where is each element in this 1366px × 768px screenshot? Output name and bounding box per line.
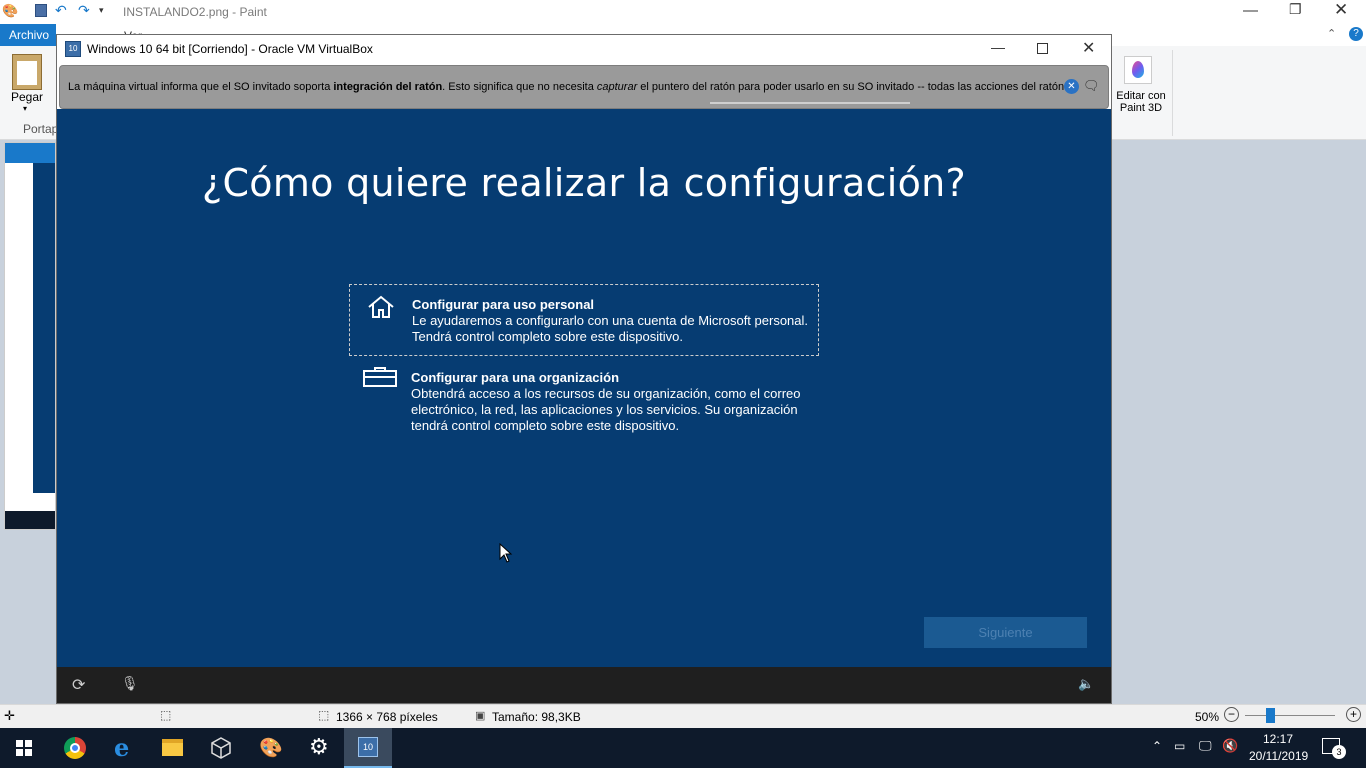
mouse-integration-notice: La máquina virtual informa que el SO inv…	[59, 65, 1109, 109]
option-organization-heading: Configurar para una organización	[411, 370, 620, 385]
paint3d-icon	[1124, 56, 1152, 84]
paint-close-button[interactable]: ✕	[1334, 0, 1348, 20]
clock-date: 20/11/2019	[1249, 749, 1309, 763]
paint-status-bar: ✛ ⬚ ⬚ 1366 × 768 píxeles ▣ Tamaño: 98,3K…	[0, 704, 1366, 728]
cursor-position-icon: ✛	[4, 708, 15, 723]
zoom-out-button[interactable]: −	[1224, 707, 1239, 722]
oobe-bottom-bar: ⟳ 🎙 🔈	[57, 667, 1111, 703]
edge-taskbar-button[interactable]: e	[100, 728, 148, 768]
gear-icon: ⚙	[309, 734, 329, 759]
virtualbox-icon: 10	[65, 41, 81, 57]
virtualbox-window: 10 Windows 10 64 bit [Corriendo] - Oracl…	[56, 34, 1112, 704]
editar-paint3d-label[interactable]: Editar con Paint 3D	[1112, 90, 1170, 114]
windows-taskbar: e 🎨 ⚙ 10 ⌃ ▭ 🖵 🔇 12:17 20/11/2019 3	[0, 728, 1366, 768]
virtualbox-taskbar-button[interactable]: 10	[344, 728, 392, 768]
virtualbox-vm-icon: 10	[358, 737, 378, 757]
notice-text: La máquina virtual informa que el SO inv…	[68, 81, 1065, 93]
paint-minimize-button[interactable]: —	[1243, 2, 1258, 19]
network-icon[interactable]: 🖵	[1199, 738, 1212, 754]
tab-archivo[interactable]: Archivo	[0, 24, 56, 46]
option-organization[interactable]: Configurar para una organización Obtendr…	[349, 357, 819, 457]
zoom-in-button[interactable]: +	[1346, 707, 1361, 722]
clock[interactable]: 12:17 20/11/2019	[1249, 731, 1309, 765]
notice-dont-show-icon[interactable]: 🗨	[1083, 78, 1100, 94]
paint-window-title: INSTALANDO2.png - Paint	[123, 5, 267, 19]
option-personal-use[interactable]: Configurar para uso personal Le ayudarem…	[349, 284, 819, 356]
thumb-ribbon	[5, 143, 55, 163]
chrome-taskbar-button[interactable]	[51, 728, 99, 768]
option-organization-description: Obtendrá acceso a los recursos de su org…	[411, 386, 801, 433]
notification-badge: 3	[1332, 745, 1346, 759]
zoom-level: 50%	[1195, 710, 1220, 724]
image-dimensions: 1366 × 768 píxeles	[336, 710, 438, 724]
3d-viewer-taskbar-button[interactable]	[197, 728, 245, 768]
collapse-ribbon-icon[interactable]: ⌃	[1327, 27, 1336, 40]
notice-close-icon[interactable]: ✕	[1064, 79, 1079, 94]
ease-of-access-icon[interactable]: ⟳	[72, 675, 85, 695]
battery-icon[interactable]: ▭	[1174, 739, 1185, 753]
file-explorer-taskbar-button[interactable]	[148, 728, 196, 768]
paint-title-bar: 🎨 ↶ ↷ ▾ INSTALANDO2.png - Paint — ❐ ✕	[0, 0, 1366, 24]
undo-icon[interactable]: ↶	[55, 2, 67, 19]
portapapeles-group-label: Portap	[23, 122, 59, 136]
zoom-slider-thumb[interactable]	[1266, 708, 1275, 723]
thumb-taskbar	[5, 511, 55, 529]
pegar-dropdown-icon[interactable]: ▾	[23, 104, 27, 113]
image-dimensions-icon: ⬚	[318, 708, 330, 722]
mouse-cursor-icon	[499, 543, 513, 563]
next-button[interactable]: Siguiente	[924, 617, 1087, 648]
option-personal-description: Le ayudaremos a configurarlo con una cue…	[412, 313, 809, 344]
vbox-title-bar: 10 Windows 10 64 bit [Corriendo] - Oracl…	[57, 35, 1111, 63]
thumb-vm	[33, 163, 55, 493]
vbox-close-button[interactable]: ✕	[1082, 38, 1095, 58]
file-size-icon: ▣	[475, 710, 486, 722]
volume-muted-icon[interactable]: 🔇	[1222, 738, 1238, 754]
pegar-label[interactable]: Pegar	[11, 90, 43, 104]
canvas-image-thumbnail	[4, 142, 56, 530]
show-hidden-icons-button[interactable]: ⌃	[1152, 739, 1162, 753]
cube-icon	[211, 737, 231, 759]
microphone-icon[interactable]: 🎙	[121, 675, 139, 692]
vbox-maximize-button[interactable]	[1037, 43, 1048, 54]
file-size: Tamaño: 98,3KB	[492, 710, 581, 724]
folder-icon	[162, 739, 183, 756]
settings-taskbar-button[interactable]: ⚙	[295, 728, 343, 768]
home-icon	[368, 295, 394, 318]
help-icon[interactable]: ?	[1349, 27, 1363, 41]
edge-icon: e	[114, 733, 130, 762]
selection-size-icon: ⬚	[160, 708, 172, 722]
vbox-minimize-button[interactable]: —	[991, 39, 1005, 55]
clipboard-icon	[12, 54, 42, 90]
ribbon-separator	[1172, 50, 1173, 136]
paint-app-icon: 🎨	[2, 3, 19, 18]
paint-restore-button[interactable]: ❐	[1289, 1, 1302, 18]
paint-palette-icon: 🎨	[259, 738, 283, 759]
save-icon[interactable]	[35, 4, 47, 17]
start-button[interactable]	[0, 728, 48, 768]
notice-progress-line	[710, 102, 910, 104]
quick-access-dropdown-icon[interactable]: ▾	[99, 5, 104, 16]
guest-oobe-screen: ¿Cómo quiere realizar la configuración? …	[57, 109, 1111, 667]
redo-icon[interactable]: ↷	[78, 2, 90, 19]
clock-time: 12:17	[1262, 732, 1294, 746]
briefcase-icon	[363, 367, 397, 387]
option-personal-heading: Configurar para uso personal	[412, 297, 595, 312]
windows-logo-icon	[16, 740, 32, 756]
volume-icon[interactable]: 🔈	[1078, 676, 1094, 692]
vbox-window-title: Windows 10 64 bit [Corriendo] - Oracle V…	[87, 42, 373, 56]
paint-taskbar-button[interactable]: 🎨	[246, 728, 294, 768]
chrome-icon	[64, 737, 86, 759]
zoom-slider-track[interactable]	[1245, 715, 1335, 716]
setup-title: ¿Cómo quiere realizar la configuración?	[201, 161, 967, 205]
